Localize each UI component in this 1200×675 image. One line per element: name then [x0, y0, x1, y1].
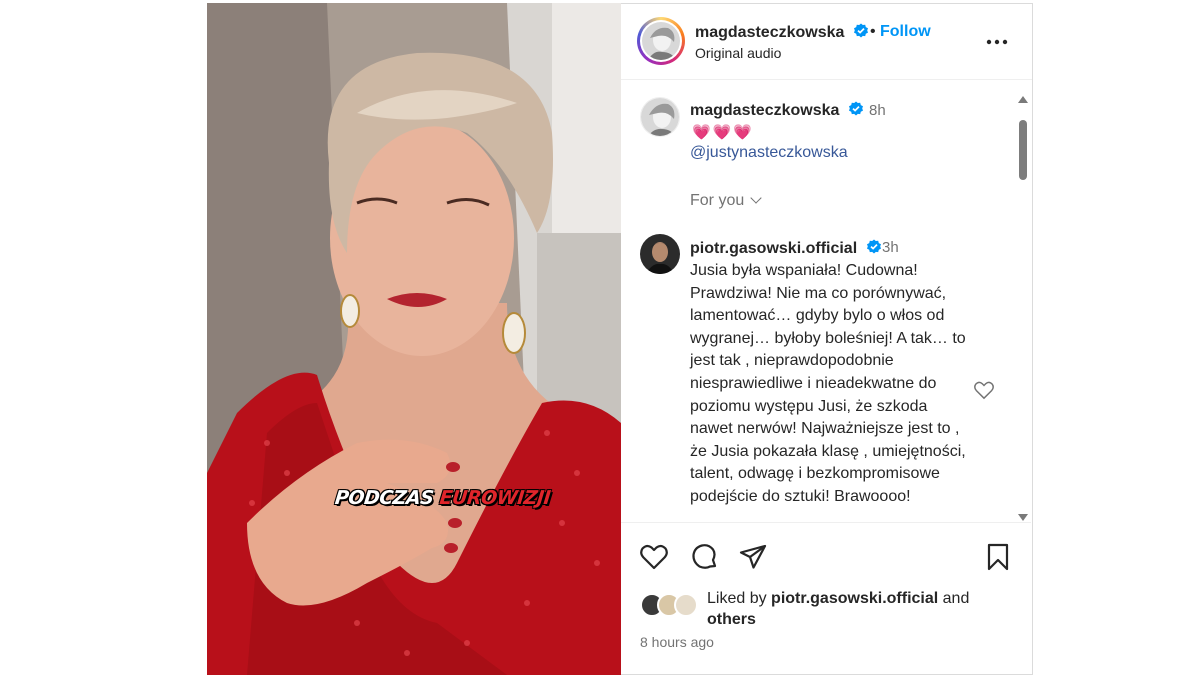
post-side-panel: magdasteczkowska • Follow Original audio	[621, 3, 1033, 675]
for-you-dropdown[interactable]: For you	[690, 192, 762, 210]
share-icon[interactable]	[738, 542, 768, 572]
caption-username[interactable]: magdasteczkowska	[690, 101, 864, 120]
caption-time[interactable]: 8h	[869, 102, 886, 119]
video-caption-word-1: PODCZAS	[333, 487, 435, 509]
verified-badge-icon	[853, 23, 868, 38]
profile-avatar	[642, 22, 680, 60]
video-text-overlay: PODCZAS EUROWIZJI	[334, 487, 552, 509]
video-caption-word-2: EUROWIZJI	[438, 487, 552, 509]
comment-avatar[interactable]	[640, 234, 680, 274]
story-ring-avatar[interactable]	[637, 17, 685, 65]
comments-section[interactable]: magdasteczkowska 8h 💗💗💗 @justynasteczkow…	[621, 80, 1031, 522]
scroll-down-arrow-icon[interactable]	[1018, 514, 1028, 521]
liked-by-text: Liked by piotr.gasowski.official and oth…	[707, 588, 997, 630]
post-video[interactable]: PODCZAS EUROWIZJI	[207, 3, 621, 675]
comment-text: Jusia była wspaniała! Cudowna! Prawdziwa…	[690, 262, 966, 505]
header-separator: •	[870, 23, 876, 40]
heart-icon[interactable]	[639, 542, 669, 572]
comment-username-text[interactable]: piotr.gasowski.official	[690, 240, 857, 257]
video-frame-image	[207, 3, 621, 675]
for-you-label[interactable]: For you	[690, 192, 744, 209]
more-options-icon[interactable]	[986, 33, 1008, 51]
follow-button[interactable]: Follow	[880, 23, 931, 41]
liked-by-avatars[interactable]	[640, 593, 706, 619]
header-username-text[interactable]: magdasteczkowska	[695, 24, 844, 41]
verified-badge-icon	[866, 239, 881, 254]
header-username[interactable]: magdasteczkowska	[695, 23, 869, 42]
post-actions: Liked by piotr.gasowski.official and oth…	[621, 522, 1031, 674]
liked-by-others-link[interactable]: others	[707, 611, 756, 628]
caption-mention-link[interactable]: @justynasteczkowska	[690, 144, 848, 162]
bookmark-icon[interactable]	[983, 542, 1013, 572]
comment-icon[interactable]	[689, 542, 719, 572]
chevron-down-icon	[750, 192, 762, 204]
caption-hearts: 💗💗💗	[692, 124, 755, 141]
post-header: magdasteczkowska • Follow Original audio	[621, 4, 1032, 80]
verified-badge-icon	[848, 101, 863, 116]
liked-by-middle: and	[938, 590, 970, 607]
original-audio-link[interactable]: Original audio	[695, 45, 781, 61]
comment-heart-icon[interactable]	[973, 380, 995, 400]
comments-scrollbar[interactable]	[1017, 88, 1031, 521]
caption-avatar[interactable]	[640, 97, 680, 137]
post-timestamp[interactable]: 8 hours ago	[640, 634, 714, 650]
comment-username[interactable]: piotr.gasowski.official	[690, 239, 882, 258]
scroll-up-arrow-icon[interactable]	[1018, 96, 1028, 103]
scroll-thumb[interactable]	[1019, 120, 1027, 180]
liker-avatar	[674, 593, 698, 617]
comment-time[interactable]: 3h	[882, 239, 899, 256]
liked-by-user-link[interactable]: piotr.gasowski.official	[771, 590, 938, 607]
caption-username-text[interactable]: magdasteczkowska	[690, 102, 839, 119]
liked-by-prefix: Liked by	[707, 590, 772, 607]
